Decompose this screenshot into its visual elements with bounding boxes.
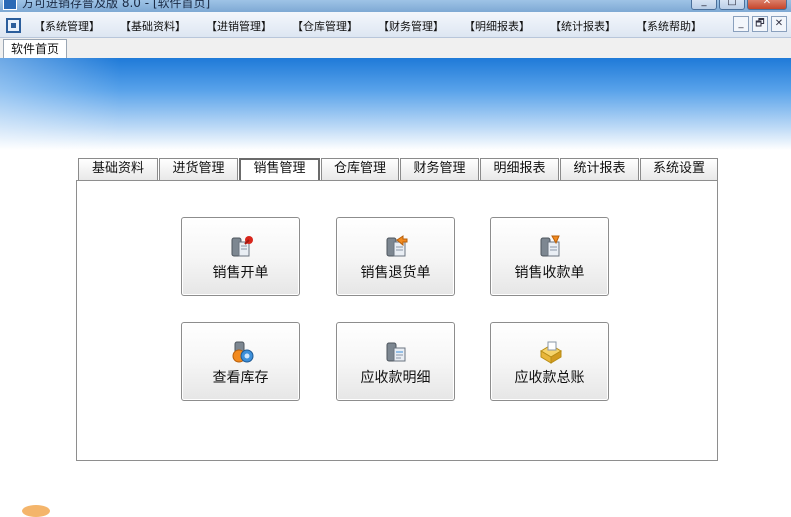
sales-receipt-icon <box>540 235 560 257</box>
tab-stat-reports[interactable]: 统计报表 <box>560 158 639 180</box>
view-stock-icon <box>232 341 254 363</box>
tab-system-settings[interactable]: 系统设置 <box>640 158 718 180</box>
tab-finance[interactable]: 财务管理 <box>400 158 479 180</box>
menu-items: 【系统管理】 【基础资料】 【进销管理】 【仓库管理】 【财务管理】 【明细报表… <box>28 18 716 34</box>
menu-stat-reports[interactable]: 【统计报表】 <box>544 18 630 34</box>
receivable-detail-icon <box>386 342 406 362</box>
tab-sales[interactable]: 销售管理 <box>239 158 320 180</box>
window-title: 方可进销存普及版 8.0 - [软件首页] <box>22 0 211 10</box>
sales-return-button[interactable]: 销售退货单 <box>336 217 455 296</box>
tab-warehouse[interactable]: 仓库管理 <box>321 158 399 180</box>
mdi-controls: _ 🗗 ✕ <box>733 16 787 32</box>
receivable-ledger-icon <box>540 341 562 364</box>
sales-order-button[interactable]: 销售开单 <box>181 217 300 296</box>
document-tab-strip: 软件首页 <box>0 38 791 59</box>
menu-basic-data[interactable]: 【基础资料】 <box>114 18 200 34</box>
sales-receipt-button[interactable]: 销售收款单 <box>490 217 609 296</box>
action-label: 销售开单 <box>212 265 269 281</box>
mdi-minimize-button[interactable]: _ <box>733 16 749 32</box>
sales-order-icon <box>231 236 253 257</box>
view-stock-button[interactable]: 查看库存 <box>181 322 300 401</box>
minimize-button[interactable]: _ <box>691 0 717 10</box>
title-bar: 方可进销存普及版 8.0 - [软件首页] _ □ ✕ <box>0 0 791 12</box>
action-label: 查看库存 <box>212 370 269 386</box>
tab-basic-data[interactable]: 基础资料 <box>78 158 158 180</box>
mdi-close-button[interactable]: ✕ <box>771 16 787 32</box>
action-label: 应收款明细 <box>360 370 431 386</box>
menu-bar: 【系统管理】 【基础资料】 【进销管理】 【仓库管理】 【财务管理】 【明细报表… <box>0 12 791 38</box>
menu-help[interactable]: 【系统帮助】 <box>630 18 716 34</box>
maximize-button[interactable]: □ <box>719 0 745 10</box>
app-icon <box>3 0 17 10</box>
tab-purchase[interactable]: 进货管理 <box>159 158 238 180</box>
decorative-orange-shape <box>22 505 50 517</box>
menu-warehouse[interactable]: 【仓库管理】 <box>286 18 372 34</box>
receivable-ledger-button[interactable]: 应收款总账 <box>490 322 609 401</box>
mdi-restore-button[interactable]: 🗗 <box>752 16 768 32</box>
sales-return-icon <box>386 235 408 257</box>
menu-finance[interactable]: 【财务管理】 <box>372 18 458 34</box>
action-label: 应收款总账 <box>514 370 585 386</box>
function-tabs: 基础资料 进货管理 销售管理 仓库管理 财务管理 明细报表 统计报表 系统设置 <box>78 158 719 180</box>
menu-system[interactable]: 【系统管理】 <box>28 18 114 34</box>
action-label: 销售退货单 <box>360 265 431 281</box>
action-label: 销售收款单 <box>514 265 585 281</box>
menu-purchase-sales[interactable]: 【进销管理】 <box>200 18 286 34</box>
window-controls: _ □ ✕ <box>691 0 787 10</box>
mdi-window-icon[interactable] <box>6 18 21 33</box>
receivable-detail-button[interactable]: 应收款明细 <box>336 322 455 401</box>
menu-detail-reports[interactable]: 【明细报表】 <box>458 18 544 34</box>
tab-home[interactable]: 软件首页 <box>3 39 67 59</box>
tab-detail-reports[interactable]: 明细报表 <box>480 158 559 180</box>
header-banner <box>0 58 791 150</box>
close-button[interactable]: ✕ <box>747 0 787 10</box>
